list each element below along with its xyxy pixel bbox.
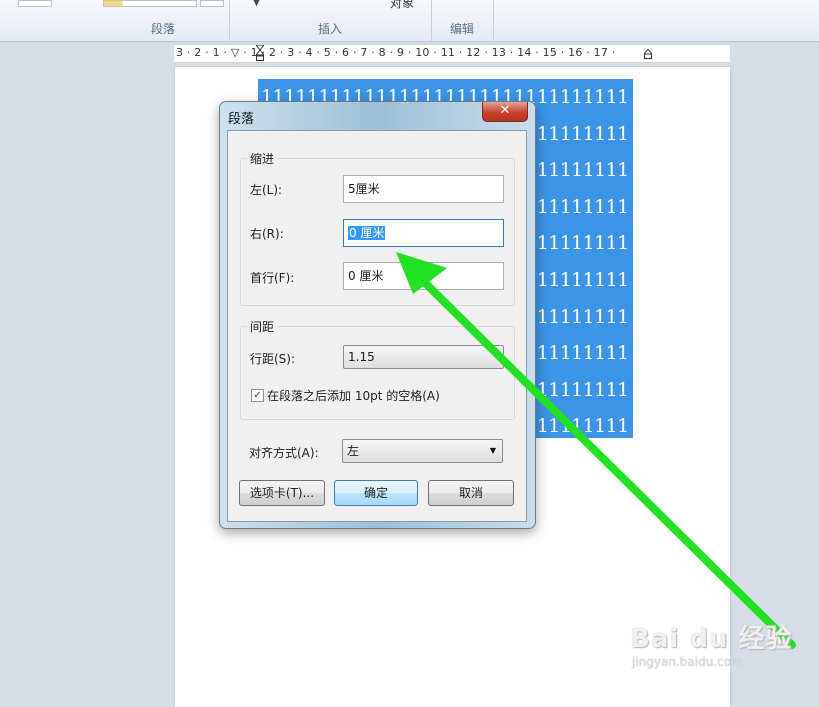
watermark-url: jingyan.baidu.com [632,655,743,669]
watermark-brand: Bai du 经验 [630,624,793,654]
baidu-watermark: Bai du 经验 jingyan.baidu.com [630,618,793,669]
annotation-arrow [396,252,796,649]
